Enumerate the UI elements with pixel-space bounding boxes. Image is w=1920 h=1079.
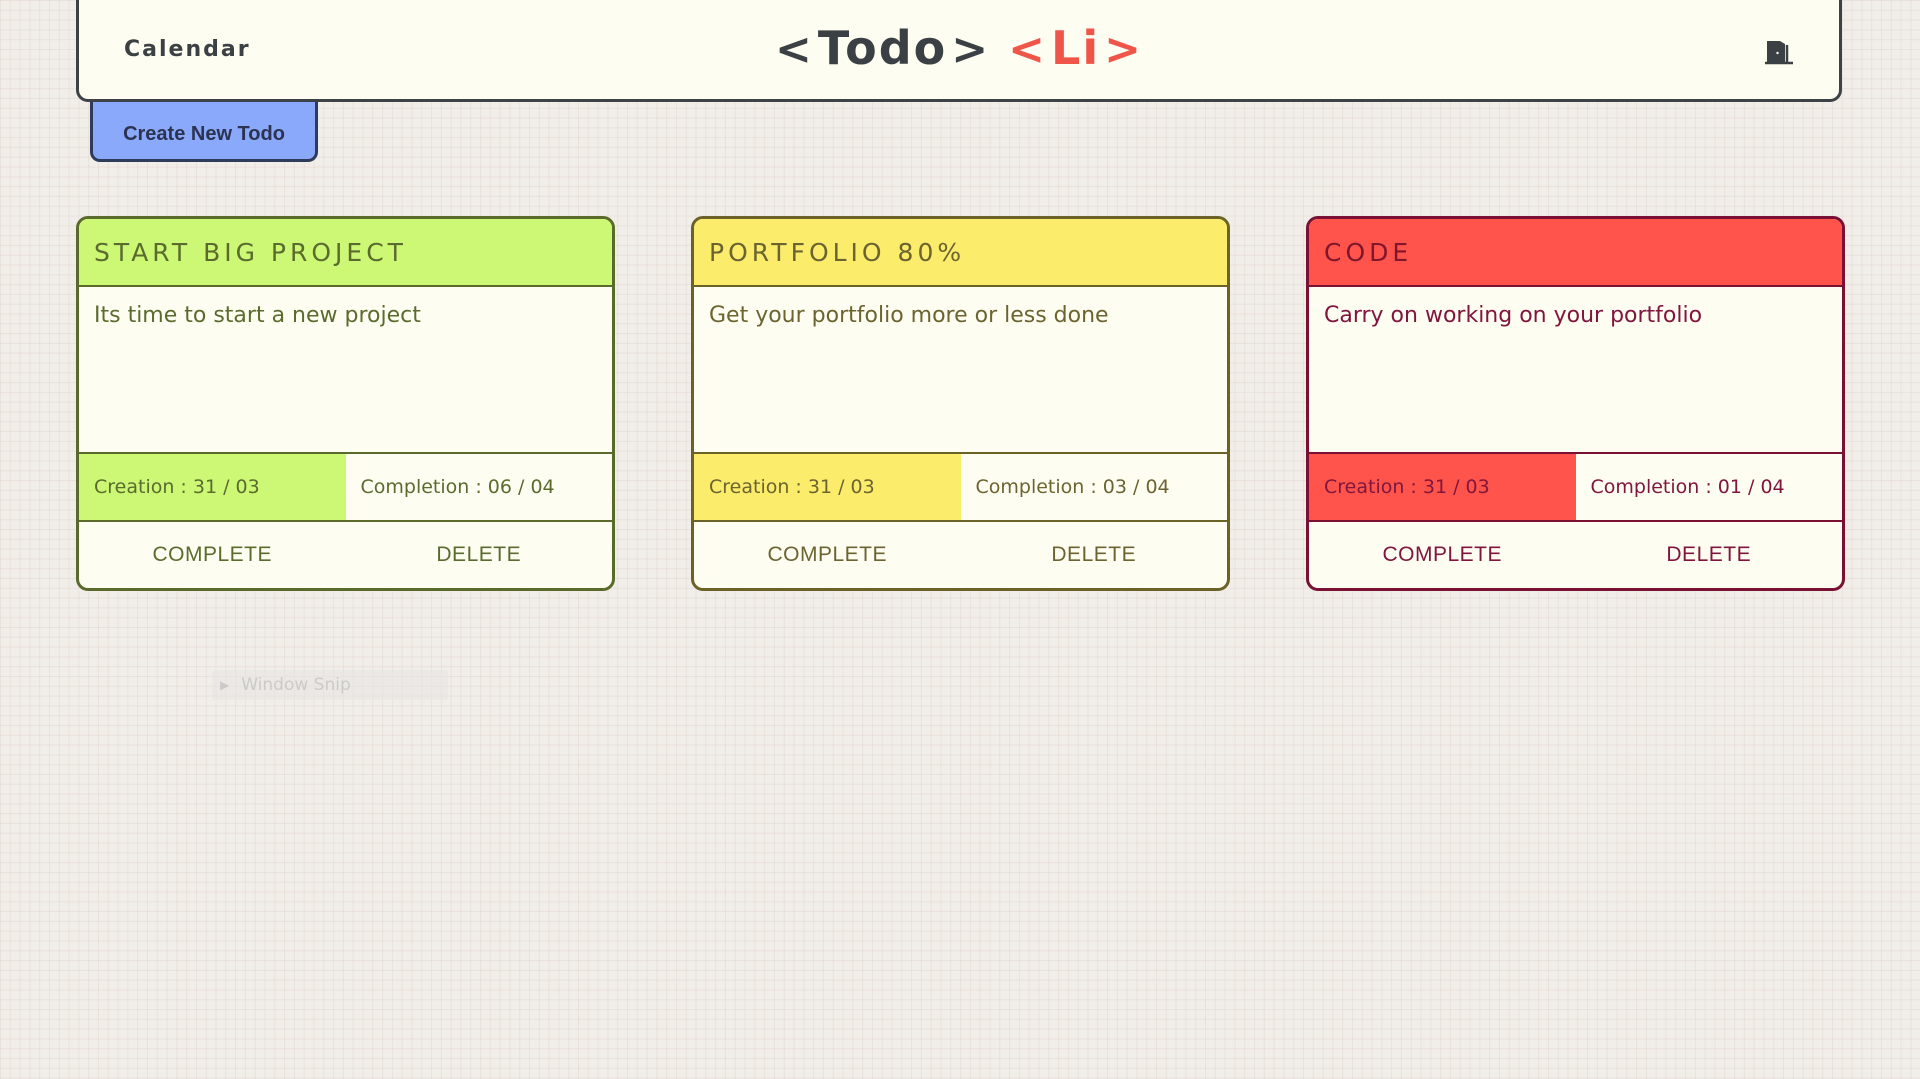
app-header: Calendar <Todo> <Li>: [76, 0, 1842, 102]
create-new-todo-button[interactable]: Create New Todo: [90, 102, 318, 162]
todo-card: PORTFOLIO 80% Get your portfolio more or…: [691, 216, 1230, 591]
creation-date: Creation : 31 / 03: [1309, 454, 1576, 520]
todo-card: CODE Carry on working on your portfolio …: [1306, 216, 1845, 591]
todo-title: CODE: [1309, 219, 1842, 287]
todo-description: Get your portfolio more or less done: [694, 287, 1227, 454]
delete-button[interactable]: DELETE: [961, 522, 1228, 588]
calendar-link[interactable]: Calendar: [124, 37, 251, 62]
completion-date: Completion : 03 / 04: [975, 476, 1170, 498]
logo-bracket: <: [1008, 24, 1048, 75]
completion-date: Completion : 01 / 04: [1590, 476, 1785, 498]
delete-button[interactable]: DELETE: [1576, 522, 1843, 588]
todo-actions: COMPLETE DELETE: [79, 522, 612, 588]
todo-dates: Creation : 31 / 03 Completion : 06 / 04: [79, 454, 612, 522]
complete-button[interactable]: COMPLETE: [79, 522, 346, 588]
logo-bracket: >: [1104, 24, 1143, 75]
creation-date: Creation : 31 / 03: [79, 454, 346, 520]
window-snip-overlay: ▶ Window Snip: [212, 670, 448, 700]
complete-button[interactable]: COMPLETE: [1309, 522, 1576, 588]
completion-date: Completion : 06 / 04: [360, 476, 555, 498]
creation-date: Creation : 31 / 03: [694, 454, 961, 520]
todo-card: START BIG PROJECT Its time to start a ne…: [76, 216, 615, 591]
logo-text-todo: Todo: [817, 21, 948, 75]
complete-button[interactable]: COMPLETE: [694, 522, 961, 588]
logo-bracket: >: [951, 24, 991, 75]
door-exit-icon: [1765, 41, 1793, 65]
todo-actions: COMPLETE DELETE: [694, 522, 1227, 588]
todo-description: Its time to start a new project: [79, 287, 612, 454]
todo-dates: Creation : 31 / 03 Completion : 01 / 04: [1309, 454, 1842, 522]
logout-button[interactable]: [1763, 37, 1795, 67]
app-logo: <Todo> <Li>: [771, 21, 1147, 75]
todo-actions: COMPLETE DELETE: [1309, 522, 1842, 588]
todo-dates: Creation : 31 / 03 Completion : 03 / 04: [694, 454, 1227, 522]
snip-label: Window Snip: [241, 675, 351, 695]
logo-bracket: <: [775, 24, 814, 75]
todo-title: PORTFOLIO 80%: [694, 219, 1227, 287]
logo-text-li: Li: [1051, 21, 1101, 75]
todo-title: START BIG PROJECT: [79, 219, 612, 287]
delete-button[interactable]: DELETE: [346, 522, 613, 588]
play-icon: ▶: [220, 678, 230, 692]
todo-description: Carry on working on your portfolio: [1309, 287, 1842, 454]
